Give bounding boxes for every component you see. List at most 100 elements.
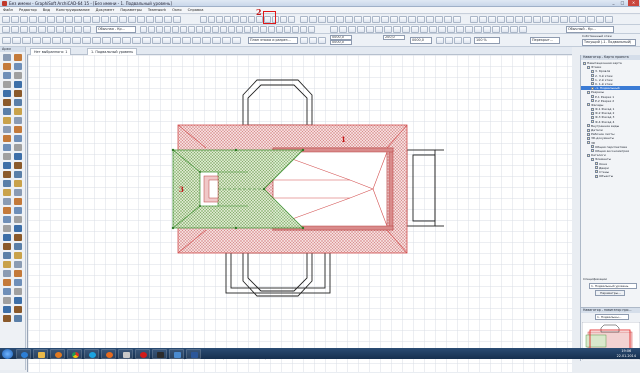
- toolbar-button[interactable]: [188, 26, 195, 33]
- toolbar-button[interactable]: [578, 16, 586, 23]
- toolbar-button[interactable]: [483, 26, 491, 33]
- toolbar-button[interactable]: [156, 26, 163, 33]
- tool-icon[interactable]: [14, 126, 22, 133]
- toolbar-button[interactable]: [240, 16, 247, 23]
- toolbar-button[interactable]: [11, 26, 19, 33]
- floor-plan-canvas[interactable]: 1 3: [27, 55, 572, 372]
- tool-icon[interactable]: [3, 297, 11, 304]
- tool-icon[interactable]: [3, 261, 11, 268]
- value-b-field[interactable]: 0000,0: [330, 40, 352, 45]
- toolbar-button[interactable]: [172, 37, 181, 44]
- toolbar-button[interactable]: [300, 37, 308, 44]
- minimize-button[interactable]: _: [609, 0, 618, 6]
- tool-icon[interactable]: [14, 63, 22, 70]
- toolbar-button[interactable]: [110, 16, 118, 23]
- tool-icon[interactable]: [14, 198, 22, 205]
- tool-icon[interactable]: [14, 108, 22, 115]
- toolbar-button[interactable]: [284, 26, 291, 33]
- toolbar-button[interactable]: [348, 26, 356, 33]
- taskbar-paint-icon[interactable]: [169, 349, 184, 359]
- toolbar-button[interactable]: [2, 37, 11, 44]
- tool-icon[interactable]: [3, 207, 11, 214]
- toolbar-button[interactable]: [402, 26, 410, 33]
- toolbar-button[interactable]: [318, 37, 326, 44]
- toolbar-button[interactable]: [429, 26, 437, 33]
- toolbar-button[interactable]: [381, 16, 389, 23]
- toolbar-button[interactable]: [309, 37, 317, 44]
- toolbar-button[interactable]: [248, 16, 255, 23]
- tool-icon[interactable]: [14, 207, 22, 214]
- tool-icon[interactable]: [3, 315, 11, 322]
- toolbar-button[interactable]: [436, 37, 444, 44]
- toolbar-button[interactable]: [152, 37, 161, 44]
- toolbar-button[interactable]: [542, 16, 550, 23]
- toolbar-button[interactable]: [56, 26, 64, 33]
- toolbar-button[interactable]: [454, 37, 462, 44]
- params-button[interactable]: Параметры...: [595, 290, 625, 296]
- toolbar-button[interactable]: [65, 16, 73, 23]
- taskbar-word-icon[interactable]: [186, 349, 201, 359]
- toolbar-button[interactable]: [470, 16, 478, 23]
- toolbar-button[interactable]: [148, 26, 155, 33]
- toolbar-button[interactable]: [336, 16, 344, 23]
- value-d-field[interactable]: 0000,0: [410, 37, 432, 44]
- menu-file[interactable]: Файл: [0, 7, 16, 14]
- toolbar-button[interactable]: [327, 16, 335, 23]
- tool-icon[interactable]: [3, 153, 11, 160]
- toolbar-button[interactable]: [330, 26, 338, 33]
- toolbar-button[interactable]: [92, 16, 100, 23]
- toolbar-button[interactable]: [309, 16, 317, 23]
- toolbar-button[interactable]: [47, 26, 55, 33]
- toolbar-button[interactable]: [20, 16, 28, 23]
- toolbar-button[interactable]: [280, 16, 287, 23]
- system-clock[interactable]: 19:06 22.01.2014: [617, 349, 636, 358]
- close-button[interactable]: ×: [628, 0, 639, 6]
- toolbar-button[interactable]: [52, 37, 61, 44]
- tool-icon[interactable]: [14, 261, 22, 268]
- toolbar-button[interactable]: [112, 37, 121, 44]
- tool-icon[interactable]: [3, 225, 11, 232]
- tool-icon[interactable]: [14, 135, 22, 142]
- tool-icon[interactable]: [3, 144, 11, 151]
- toolbar-button[interactable]: [252, 26, 259, 33]
- toolbar-button[interactable]: [492, 26, 500, 33]
- toolbar-button[interactable]: [506, 16, 514, 23]
- toolbar-button[interactable]: [122, 37, 131, 44]
- toolbar-button[interactable]: [399, 16, 407, 23]
- toolbar-button[interactable]: [65, 26, 73, 33]
- menu-help[interactable]: Справка: [185, 7, 207, 14]
- toolbar-button[interactable]: [533, 16, 541, 23]
- toolbar-button[interactable]: [172, 26, 179, 33]
- tool-icon[interactable]: [14, 54, 22, 61]
- toolbar-button[interactable]: [497, 16, 505, 23]
- toolbar-button[interactable]: [463, 37, 471, 44]
- zoom-field[interactable]: 100 %: [474, 37, 500, 44]
- tool-icon[interactable]: [3, 90, 11, 97]
- view-props-field[interactable]: 1. Подвальный уровень: [589, 283, 637, 289]
- toolbar-button[interactable]: [232, 16, 239, 23]
- toolbar-button[interactable]: [515, 16, 523, 23]
- toolbar-button[interactable]: [102, 37, 111, 44]
- toolbar-button[interactable]: [268, 26, 275, 33]
- toolbar-button[interactable]: [308, 26, 315, 33]
- toolbar-button[interactable]: [38, 26, 46, 33]
- menu-design[interactable]: Конструирование: [53, 7, 93, 14]
- toolbar-button[interactable]: [372, 16, 380, 23]
- tool-icon[interactable]: [14, 171, 22, 178]
- menu-edit[interactable]: Редактор: [16, 7, 40, 14]
- tool-icon[interactable]: [14, 297, 22, 304]
- tool-icon[interactable]: [14, 306, 22, 313]
- combo-field[interactable]: Перекрыт...: [530, 37, 560, 44]
- tool-icon[interactable]: [14, 252, 22, 259]
- toolbar-button[interactable]: [375, 26, 383, 33]
- tab-plan[interactable]: 1. Подвальный уровень: [87, 48, 138, 55]
- tool-icon[interactable]: [14, 234, 22, 241]
- tool-icon[interactable]: [3, 63, 11, 70]
- tool-icon[interactable]: [14, 315, 22, 322]
- tool-icon[interactable]: [3, 99, 11, 106]
- tool-icon[interactable]: [3, 108, 11, 115]
- toolbar-button[interactable]: [408, 16, 416, 23]
- toolbar-button[interactable]: [42, 37, 51, 44]
- toolbar-button[interactable]: [447, 26, 455, 33]
- toolbar-button[interactable]: [29, 26, 37, 33]
